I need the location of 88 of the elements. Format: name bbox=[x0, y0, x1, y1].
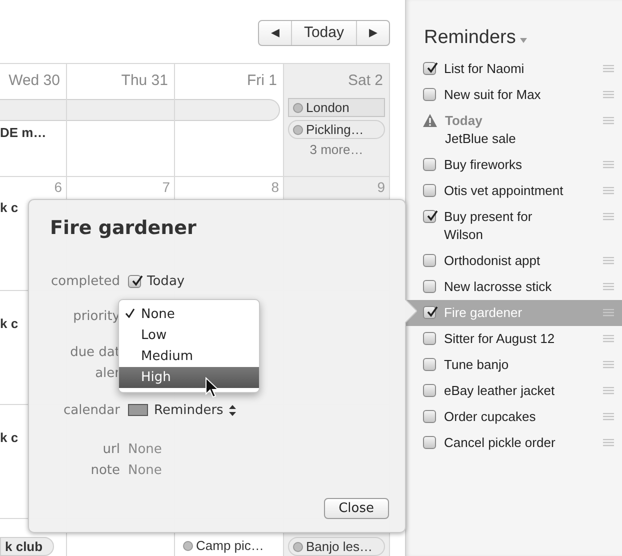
calendar-event[interactable]: London bbox=[288, 98, 385, 117]
checkbox[interactable] bbox=[423, 88, 436, 101]
warning-icon bbox=[423, 114, 437, 127]
reminder-item[interactable]: Otis vet appointment bbox=[406, 178, 622, 204]
date-number: 8 bbox=[271, 179, 279, 197]
field-label: url bbox=[102, 442, 120, 456]
reminder-item[interactable]: New lacrosse stick bbox=[406, 274, 622, 300]
drag-handle-icon[interactable] bbox=[603, 257, 614, 265]
checkbox[interactable] bbox=[423, 358, 436, 371]
reminder-item[interactable]: Orthodonist appt bbox=[406, 248, 622, 274]
drag-handle-icon[interactable] bbox=[603, 387, 614, 395]
checkbox[interactable] bbox=[128, 274, 141, 288]
event-dot-icon bbox=[293, 102, 303, 112]
reminders-title: Reminders bbox=[424, 27, 516, 49]
checkbox[interactable] bbox=[423, 158, 436, 171]
field-label: priority bbox=[72, 308, 120, 324]
due-label: Today bbox=[445, 112, 484, 130]
drag-handle-icon[interactable] bbox=[603, 213, 614, 221]
reminder-item[interactable]: Today JetBlue sale bbox=[406, 108, 622, 152]
day-header: Wed 30 bbox=[0, 64, 67, 96]
close-button[interactable]: Close bbox=[324, 498, 389, 519]
checkbox[interactable] bbox=[423, 62, 436, 75]
calendar-day-cell[interactable]: London Pickling… 3 more… bbox=[284, 96, 390, 177]
checkbox[interactable] bbox=[423, 280, 436, 293]
stepper-arrows-icon bbox=[229, 404, 236, 416]
reminder-item[interactable]: Sitter for August 12 bbox=[406, 326, 622, 352]
date-number: 7 bbox=[162, 179, 170, 197]
drag-handle-icon[interactable] bbox=[603, 361, 614, 369]
field-label: note bbox=[90, 462, 120, 478]
checkbox[interactable] bbox=[423, 184, 436, 197]
next-button[interactable]: ▶ bbox=[356, 20, 389, 44]
day-header: Sat 2 bbox=[284, 64, 390, 96]
field-label: calendar bbox=[62, 402, 120, 418]
calendar-event[interactable]: Camp pic… bbox=[179, 537, 279, 554]
checkbox[interactable] bbox=[423, 436, 436, 449]
reminder-item[interactable]: Order cupcakes bbox=[406, 404, 622, 430]
menu-item[interactable]: Low bbox=[119, 325, 259, 346]
reminder-item[interactable]: List for Naomi bbox=[406, 56, 622, 82]
date-number: 6 bbox=[54, 179, 62, 197]
menu-item[interactable]: Medium bbox=[119, 346, 259, 367]
menu-item[interactable]: High bbox=[119, 367, 259, 388]
reminder-item[interactable]: Cancel pickle order bbox=[406, 430, 622, 456]
checkbox[interactable] bbox=[423, 332, 436, 345]
more-events-link[interactable]: 3 more… bbox=[288, 142, 385, 157]
drag-handle-icon[interactable] bbox=[603, 413, 614, 421]
event-dot-icon bbox=[293, 542, 303, 552]
drag-handle-icon[interactable] bbox=[603, 161, 614, 169]
reminder-item[interactable]: Buy fireworks bbox=[406, 152, 622, 178]
field-label: aler bbox=[94, 366, 120, 380]
calendar-day-cell[interactable] bbox=[67, 96, 175, 177]
event-dot-icon bbox=[293, 124, 303, 134]
drag-handle-icon[interactable] bbox=[603, 439, 614, 447]
calendar-event[interactable]: k club bbox=[0, 537, 54, 556]
drag-handle-icon[interactable] bbox=[603, 117, 614, 125]
drag-handle-icon[interactable] bbox=[603, 91, 614, 99]
checkbox[interactable] bbox=[423, 254, 436, 267]
reminder-title: Fire gardener bbox=[50, 217, 198, 241]
drag-handle-icon[interactable] bbox=[603, 335, 614, 343]
event-label[interactable]: DE m… bbox=[0, 125, 62, 140]
reminder-title: JetBlue sale bbox=[445, 130, 517, 148]
drag-handle-icon[interactable] bbox=[603, 187, 614, 195]
calendar-event[interactable]: Banjo les… bbox=[288, 537, 385, 556]
field-label: due dat bbox=[69, 344, 120, 360]
drag-handle-icon[interactable] bbox=[603, 283, 614, 291]
previous-button[interactable]: ◀ bbox=[258, 20, 291, 44]
menu-item[interactable]: None bbox=[119, 304, 259, 325]
checkbox[interactable] bbox=[423, 306, 436, 319]
field-label: completed bbox=[50, 274, 120, 288]
reminder-item[interactable]: Tune banjo bbox=[406, 352, 622, 378]
day-header: Thu 31 bbox=[67, 64, 175, 96]
calendar-day-cell[interactable]: DE m… bbox=[0, 96, 67, 177]
checkbox[interactable] bbox=[423, 384, 436, 397]
dropdown-caret-icon[interactable] bbox=[520, 38, 527, 42]
all-day-event-bar[interactable] bbox=[0, 99, 280, 121]
today-button[interactable]: Today bbox=[290, 20, 356, 44]
reminder-item[interactable]: eBay leather jacket bbox=[406, 378, 622, 404]
calendar-selector[interactable]: Reminders bbox=[128, 402, 236, 418]
event-dot-icon bbox=[183, 540, 193, 550]
calendar-swatch-icon bbox=[128, 404, 148, 416]
completed-date: Today bbox=[147, 274, 185, 288]
drag-handle-icon[interactable] bbox=[603, 65, 614, 73]
checkbox[interactable] bbox=[423, 210, 436, 223]
reminder-item[interactable]: New suit for Max bbox=[406, 82, 622, 108]
calendar-event[interactable]: Pickling… bbox=[288, 120, 385, 139]
checkbox[interactable] bbox=[423, 410, 436, 423]
drag-handle-icon[interactable] bbox=[603, 309, 614, 317]
reminder-item[interactable]: Buy present for Wilson bbox=[406, 204, 622, 248]
date-number: 9 bbox=[377, 179, 385, 197]
